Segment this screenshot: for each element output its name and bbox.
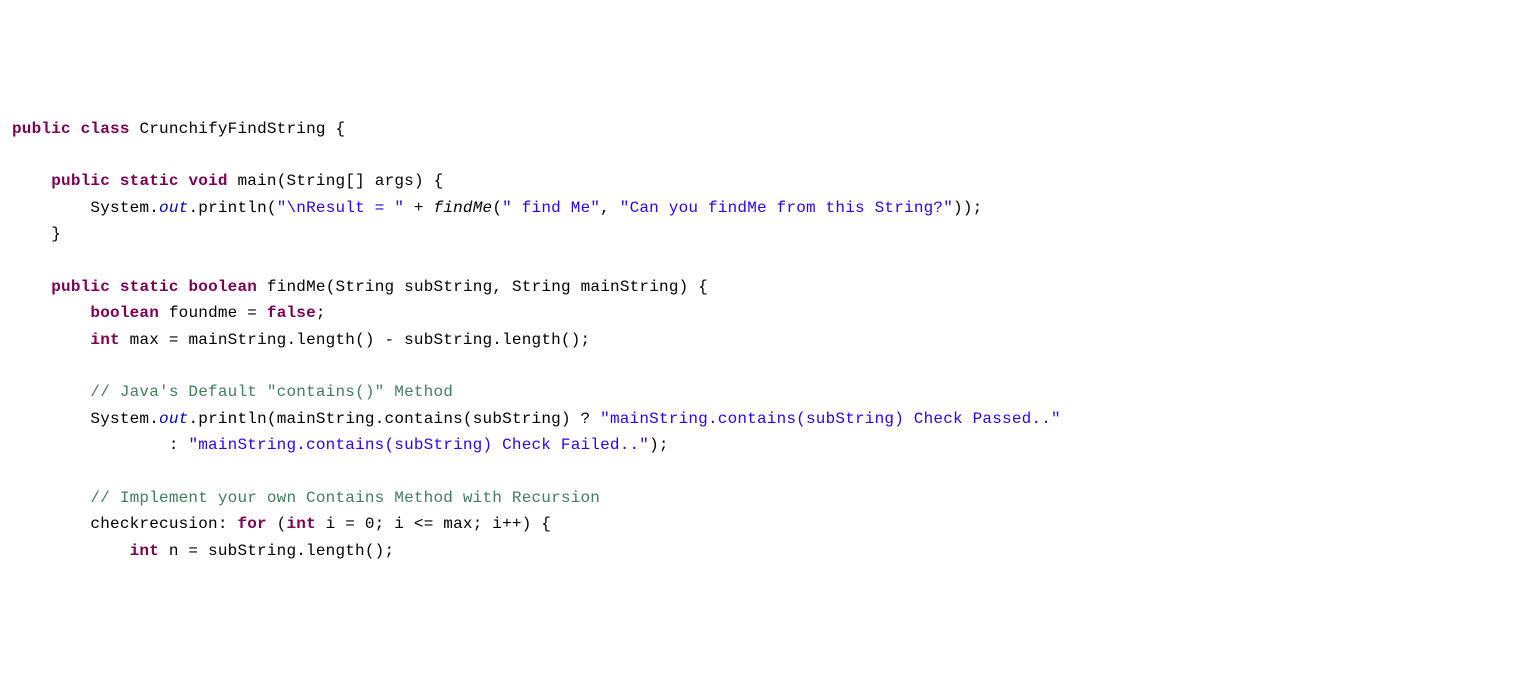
dot: . (188, 410, 198, 428)
semicolon: ; (316, 304, 326, 322)
dot: . (149, 199, 159, 217)
paren-close: ); (649, 436, 669, 454)
string-literal: "\nResult = " (277, 199, 404, 217)
paren-open: ( (326, 278, 336, 296)
paren-close: ) (679, 278, 689, 296)
param-type: String (336, 278, 395, 296)
var-name: foundme (169, 304, 238, 322)
for-header: i = 0; i <= max; i++) { (316, 515, 551, 533)
line-9: int max = mainString.length() - subStrin… (12, 331, 590, 349)
operator-assign: = (159, 331, 188, 349)
param-type: String[] (287, 172, 365, 190)
keyword-boolean: boolean (188, 278, 257, 296)
keyword-public: public (51, 172, 110, 190)
line-11: // Java's Default "contains()" Method (12, 383, 453, 401)
comment: // Java's Default "contains()" Method (90, 383, 453, 401)
param-type: String (512, 278, 571, 296)
operator-colon: : (169, 436, 189, 454)
paren-open: ( (267, 410, 277, 428)
brace-open: { (698, 278, 708, 296)
line-3: public static void main(String[] args) { (12, 172, 443, 190)
method-println: println (198, 199, 267, 217)
operator-assign: = (237, 304, 266, 322)
class-system: System (90, 410, 149, 428)
method-name-findMe: findMe (267, 278, 326, 296)
comma: , (492, 278, 512, 296)
param-name: subString (404, 278, 492, 296)
string-literal: "mainString.contains(subString) Check Fa… (188, 436, 649, 454)
method-println: println (198, 410, 267, 428)
keyword-int: int (130, 542, 159, 560)
paren-close: ) (414, 172, 424, 190)
label: checkrecusion: (90, 515, 237, 533)
line-1: public class CrunchifyFindString { (12, 120, 345, 138)
keyword-void: void (188, 172, 227, 190)
dot: . (149, 410, 159, 428)
line-16: checkrecusion: for (int i = 0; i <= max;… (12, 515, 551, 533)
string-literal: "mainString.contains(subString) Check Pa… (600, 410, 1061, 428)
keyword-int: int (90, 331, 119, 349)
keyword-static: static (120, 172, 179, 190)
param-name: mainString (581, 278, 679, 296)
paren-open: ( (267, 515, 287, 533)
paren-close: )); (953, 199, 982, 217)
decl-rest: n = subString.length(); (159, 542, 394, 560)
field-out: out (159, 199, 188, 217)
keyword-int: int (286, 515, 315, 533)
literal-false: false (267, 304, 316, 322)
string-literal: "Can you findMe from this String?" (620, 199, 953, 217)
method-name-main: main (238, 172, 277, 190)
operator-plus: + (404, 199, 433, 217)
paren-open: ( (492, 199, 502, 217)
brace-open: { (336, 120, 346, 138)
keyword-for: for (237, 515, 266, 533)
operator-minus: - (375, 331, 404, 349)
keyword-static: static (120, 278, 179, 296)
line-7: public static boolean findMe(String subS… (12, 278, 708, 296)
string-literal: " find Me" (502, 199, 600, 217)
comma: , (600, 199, 620, 217)
line-15: // Implement your own Contains Method wi… (12, 489, 600, 507)
brace-open: { (434, 172, 444, 190)
class-system: System (90, 199, 149, 217)
field-out: out (159, 410, 188, 428)
line-5: } (12, 225, 61, 243)
dot: . (188, 199, 198, 217)
comment: // Implement your own Contains Method wi… (90, 489, 600, 507)
line-13: : "mainString.contains(subString) Check … (12, 436, 669, 454)
keyword-public: public (12, 120, 71, 138)
expr: mainString.length() (188, 331, 374, 349)
brace-close: } (51, 225, 61, 243)
line-8: boolean foundme = false; (12, 304, 326, 322)
line-12: System.out.println(mainString.contains(s… (12, 410, 1061, 428)
class-name: CrunchifyFindString (139, 120, 325, 138)
keyword-boolean: boolean (90, 304, 159, 322)
method-call-findMe: findMe (434, 199, 493, 217)
paren-open: ( (267, 199, 277, 217)
keyword-class: class (81, 120, 130, 138)
keyword-public: public (51, 278, 110, 296)
line-4: System.out.println("\nResult = " + findM… (12, 199, 982, 217)
paren-open: ( (277, 172, 287, 190)
code-block: public class CrunchifyFindString { publi… (12, 120, 1061, 560)
var-name: max (130, 331, 159, 349)
expr: mainString.contains(subString) ? (277, 410, 600, 428)
line-17: int n = subString.length(); (12, 542, 394, 560)
param-name: args (375, 172, 414, 190)
expr: subString.length(); (404, 331, 590, 349)
